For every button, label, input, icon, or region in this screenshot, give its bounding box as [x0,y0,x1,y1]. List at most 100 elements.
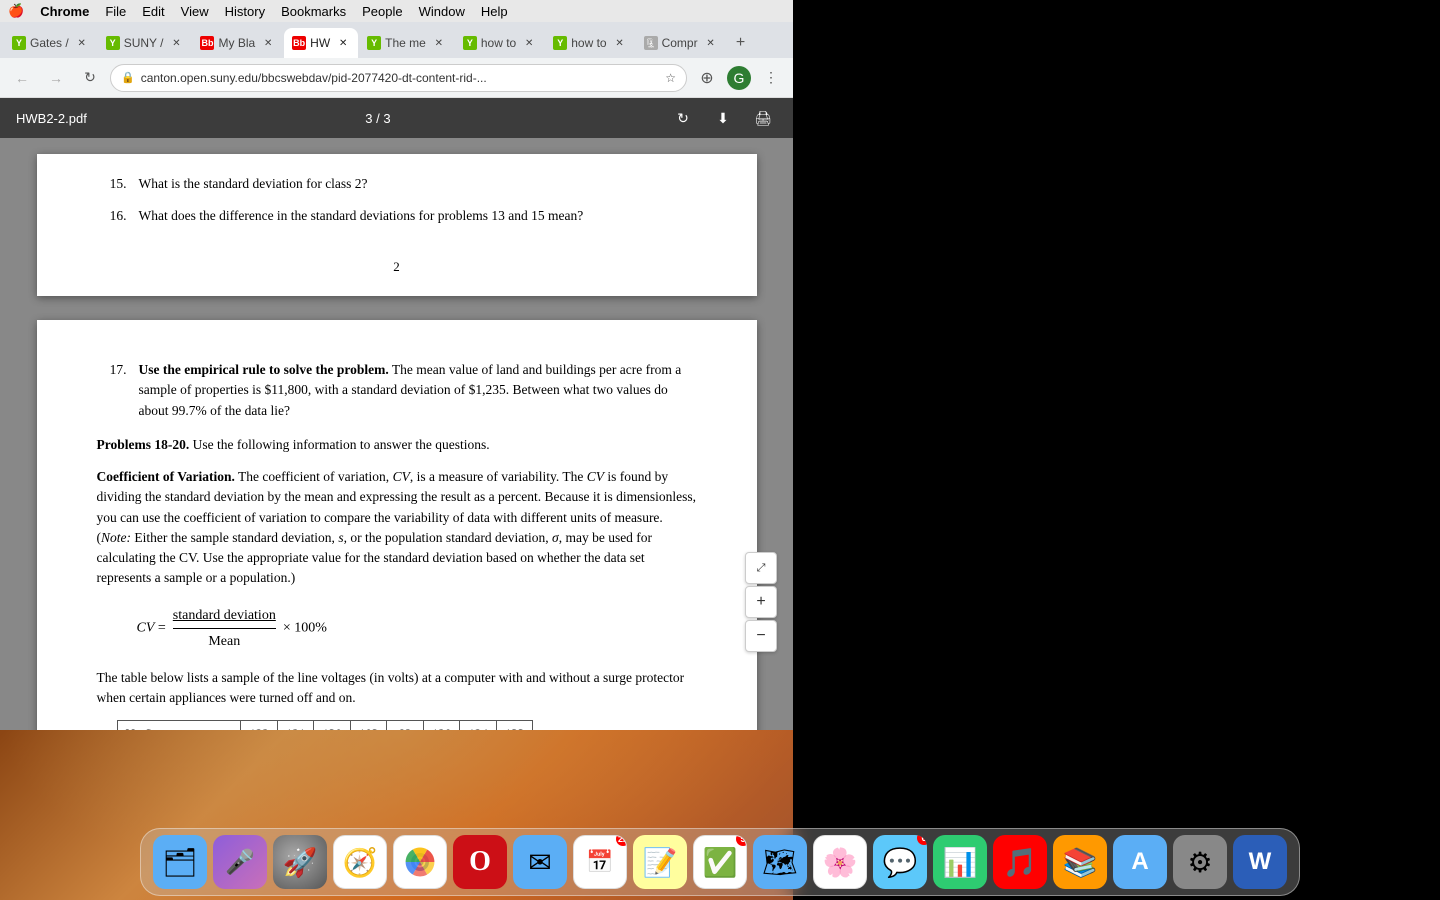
cv-definition: Coefficient of Variation. The coefficien… [97,467,697,589]
tab-label-howto2: how to [571,36,606,50]
url-text: canton.open.suny.edu/bbcswebdav/pid-2077… [141,71,660,85]
tab-compr[interactable]: 🗜 Compr ✕ [636,28,726,58]
dock-finder[interactable]: 🗂 [153,835,207,889]
formula-fraction: standard deviation Mean [173,605,276,652]
back-button[interactable]: ← [8,64,36,92]
tab-label-gates: Gates / [30,36,69,50]
tab-theme[interactable]: Y The me ✕ [359,28,454,58]
dock-reminders[interactable]: ✅ 5 [693,835,747,889]
zoom-controls: ⤢ + − [745,552,777,652]
dock-chrome[interactable] [393,835,447,889]
menu-edit[interactable]: Edit [142,4,164,19]
pdf-rotate-button[interactable]: ↻ [669,104,697,132]
dock-numbers[interactable]: 📊 [933,835,987,889]
menu-people[interactable]: People [362,4,402,19]
zoom-in-button[interactable]: + [745,586,777,618]
formula-mult: × 100% [283,620,327,635]
dock-calendar[interactable]: 📅 22 [573,835,627,889]
reminders-badge: 5 [736,835,747,846]
dock-safari[interactable]: 🧭 [333,835,387,889]
dock-siri[interactable]: 🎤 [213,835,267,889]
tab-favicon-compr: 🗜 [644,36,658,50]
zoom-out-button[interactable]: − [745,620,777,652]
forward-button[interactable]: → [42,64,70,92]
tab-close-suny[interactable]: ✕ [169,36,183,50]
tab-close-mybla[interactable]: ✕ [261,36,275,50]
chrome-icon[interactable]: ⊕ [693,64,721,92]
dock-area: 🗂 🎤 🚀 🧭 [0,730,1440,900]
dock-mail[interactable]: ✉ [513,835,567,889]
dock-music[interactable]: 🎵 [993,835,1047,889]
tab-gates[interactable]: Y Gates / ✕ [4,28,97,58]
dock-photos[interactable]: 🌸 [813,835,867,889]
dock-opera[interactable]: O [453,835,507,889]
menu-help[interactable]: Help [481,4,508,19]
dock-maps[interactable]: 🗺 [753,835,807,889]
tab-favicon-gates: Y [12,36,26,50]
pdf-page-info: 3 / 3 [87,111,669,126]
refresh-button[interactable]: ↻ [76,64,104,92]
tab-howto1[interactable]: Y how to ✕ [455,28,544,58]
q17-text: Use the empirical rule to solve the prob… [139,360,697,421]
pdf-title: HWB2-2.pdf [16,111,87,126]
tab-mybla[interactable]: Bb My Bla ✕ [192,28,283,58]
dock-books[interactable]: 📚 [1053,835,1107,889]
table-intro-text: The table below lists a sample of the li… [97,668,697,709]
menu-icon[interactable]: ⋮ [757,64,785,92]
menu-chrome[interactable]: Chrome [40,4,89,19]
bookmark-icon[interactable]: ☆ [665,71,676,85]
tab-close-gates[interactable]: ✕ [75,36,89,50]
nav-bar: ← → ↻ 🔒 canton.open.suny.edu/bbcswebdav/… [0,58,793,98]
dock-appstore[interactable]: A [1113,835,1167,889]
pdf-actions: ↻ ⬇ 🖨 [669,104,777,132]
tab-label-hw: HW [310,36,330,50]
new-tab-button[interactable]: + [727,28,755,58]
menu-bar: 🍎 Chrome File Edit View History Bookmark… [0,0,793,22]
secure-icon: 🔒 [121,71,135,84]
tab-close-howto2[interactable]: ✕ [613,36,627,50]
profile-icon[interactable]: G [727,66,751,90]
tab-favicon-howto1: Y [463,36,477,50]
tab-label-mybla: My Bla [218,36,255,50]
menu-bookmarks[interactable]: Bookmarks [281,4,346,19]
tab-close-theme[interactable]: ✕ [432,36,446,50]
pdf-print-button[interactable]: 🖨 [749,104,777,132]
dock-launchpad[interactable]: 🚀 [273,835,327,889]
dock-notes[interactable]: 📝 [633,835,687,889]
problems-18-20-label: Problems 18-20. [97,437,190,452]
dock-word[interactable]: W [1233,835,1287,889]
q15-text: What is the standard deviation for class… [139,174,697,194]
menu-window[interactable]: Window [419,4,465,19]
dock: 🗂 🎤 🚀 🧭 [140,828,1300,896]
pdf-page-main: 17. Use the empirical rule to solve the … [37,320,757,752]
tab-close-compr[interactable]: ✕ [704,36,718,50]
tab-bar: Y Gates / ✕ Y SUNY / ✕ Bb My Bla ✕ Bb HW… [0,22,793,58]
tab-close-hw[interactable]: ✕ [336,36,350,50]
tab-favicon-mybla: Bb [200,36,214,50]
problems-18-20-header: Problems 18-20. Use the following inform… [97,435,697,455]
dock-messages[interactable]: 💬 6 [873,835,927,889]
tab-label-compr: Compr [662,36,698,50]
page-number-2: 2 [97,257,697,277]
address-bar[interactable]: 🔒 canton.open.suny.edu/bbcswebdav/pid-20… [110,64,687,92]
tab-close-howto1[interactable]: ✕ [522,36,536,50]
calendar-badge: 22 [616,835,627,846]
menu-view[interactable]: View [181,4,209,19]
menu-history[interactable]: History [225,4,265,19]
pdf-content: 15. What is the standard deviation for c… [0,138,793,752]
menu-file[interactable]: File [105,4,126,19]
q15-number: 15. [97,174,127,194]
zoom-fit-button[interactable]: ⤢ [745,552,777,584]
formula-numerator: standard deviation [173,605,276,629]
tab-suny[interactable]: Y SUNY / ✕ [98,28,192,58]
dock-systemprefs[interactable]: ⚙ [1173,835,1227,889]
tab-label-suny: SUNY / [124,36,164,50]
tab-hw[interactable]: Bb HW ✕ [284,28,358,58]
browser-window: Y Gates / ✕ Y SUNY / ✕ Bb My Bla ✕ Bb HW… [0,22,793,752]
apple-menu[interactable]: 🍎 [8,3,24,19]
cv-text-body: The coefficient of variation, CV, is a m… [97,469,696,585]
problems-18-20-text: Use the following information to answer … [193,437,490,452]
pdf-download-button[interactable]: ⬇ [709,104,737,132]
tab-howto2[interactable]: Y how to ✕ [545,28,634,58]
cv-formula: CV = standard deviation Mean × 100% [137,605,697,652]
